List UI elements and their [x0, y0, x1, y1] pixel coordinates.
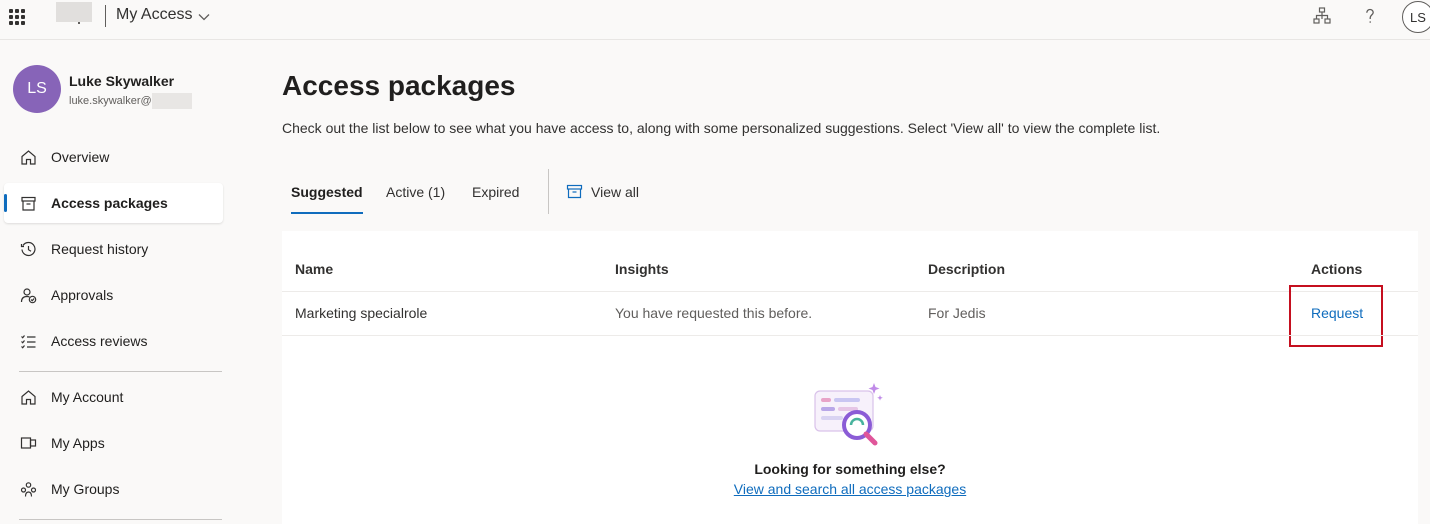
column-header-name: Name [295, 261, 334, 277]
user-avatar-button[interactable]: LS [1402, 1, 1430, 33]
view-all-button[interactable]: View all [566, 183, 639, 200]
sidebar: LS Luke Skywalker luke.skywalker@ Overvi… [0, 41, 230, 524]
tab-label: Expired [472, 184, 520, 200]
header-divider [105, 5, 106, 27]
access-packages-table: Name Insights Description Actions Market… [282, 231, 1418, 524]
column-header-insights: Insights [615, 261, 669, 277]
tab-label: Suggested [291, 184, 363, 200]
sidebar-item-overview[interactable]: Overview [4, 137, 223, 177]
top-bar: My Access LS [0, 0, 1430, 40]
app-title: My Access [116, 6, 193, 23]
sidebar-item-my-apps[interactable]: My Apps [4, 423, 223, 463]
empty-state-heading: Looking for something else? [754, 461, 946, 477]
app-launcher-icon[interactable] [9, 9, 25, 25]
home-icon [19, 148, 37, 166]
view-all-packages-link[interactable]: View and search all access packages [734, 481, 966, 497]
sidebar-item-label: Overview [51, 149, 110, 165]
cell-description: For Jedis [928, 305, 986, 321]
column-header-actions: Actions [1311, 261, 1363, 277]
sidebar-item-label: My Apps [51, 435, 105, 451]
avatar: LS [13, 65, 61, 113]
row-divider [282, 291, 1418, 292]
tab-expired[interactable]: Expired [472, 184, 519, 214]
user-email: luke.skywalker@ [69, 93, 192, 109]
sidebar-divider [19, 519, 222, 520]
cell-package-name: Marketing specialrole [295, 305, 428, 321]
apps-icon [19, 434, 37, 452]
sidebar-item-label: Access packages [51, 195, 168, 211]
main-content: Access packages Check out the list below… [282, 41, 1430, 524]
page-title: Access packages [282, 70, 516, 101]
sidebar-item-my-account[interactable]: My Account [4, 377, 223, 417]
organization-logo [56, 2, 92, 22]
cell-insights: You have requested this before. [615, 305, 813, 321]
home-icon [19, 388, 37, 406]
user-email-text: luke.skywalker@ [69, 95, 152, 107]
history-icon [19, 240, 37, 258]
archive-icon [566, 184, 583, 199]
redacted-block [151, 93, 192, 109]
sidebar-item-label: My Groups [51, 481, 120, 497]
highlight-annotation [1289, 285, 1383, 347]
help-icon[interactable] [1360, 6, 1380, 26]
sidebar-item-label: Access reviews [51, 333, 148, 349]
org-chart-icon[interactable] [1312, 6, 1332, 26]
column-header-description: Description [928, 261, 1006, 277]
sidebar-item-label: Request history [51, 241, 149, 257]
sidebar-item-access-reviews[interactable]: Access reviews [4, 321, 223, 361]
tab-label: Active (1) [386, 184, 446, 200]
sidebar-item-access-packages[interactable]: Access packages [4, 183, 223, 223]
sidebar-item-request-history[interactable]: Request history [4, 229, 223, 269]
tab-divider [548, 169, 549, 214]
people-icon [19, 480, 37, 498]
person-check-icon [19, 286, 37, 304]
sidebar-item-my-groups[interactable]: My Groups [4, 469, 223, 509]
row-divider [282, 335, 1418, 336]
sidebar-item-label: Approvals [51, 287, 114, 303]
view-all-label: View all [591, 183, 639, 200]
user-name: Luke Skywalker [69, 73, 175, 89]
logo-mark [78, 22, 80, 24]
page-description: Check out the list below to see what you… [282, 120, 1161, 136]
app-switcher[interactable]: My Access [116, 6, 210, 24]
sidebar-item-label: My Account [51, 389, 124, 405]
tab-suggested[interactable]: Suggested [291, 184, 363, 214]
checklist-icon [19, 332, 37, 350]
chevron-down-icon [199, 13, 210, 20]
empty-state-link-container: View and search all access packages [282, 481, 1418, 497]
archive-icon [19, 194, 37, 212]
avatar-initials: LS [27, 80, 47, 97]
sidebar-item-approvals[interactable]: Approvals [4, 275, 223, 315]
tab-active[interactable]: Active (1) [386, 184, 445, 214]
sidebar-divider [19, 371, 222, 372]
search-illustration-icon [813, 381, 885, 449]
user-initials: LS [1410, 9, 1426, 25]
